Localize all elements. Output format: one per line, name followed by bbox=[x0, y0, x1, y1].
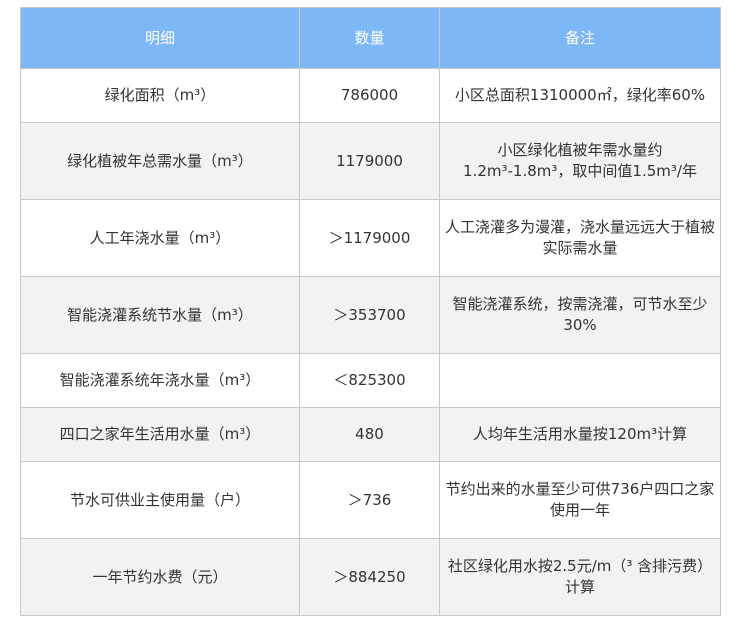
column-header-item: 明细 bbox=[20, 7, 300, 69]
cell-quantity: ＞1179000 bbox=[299, 199, 440, 277]
table-row: 一年节约水费（元） ＞884250 社区绿化用水按2.5元/m（³ 含排污费）计… bbox=[20, 538, 721, 616]
cell-item: 节水可供业主使用量（户） bbox=[20, 461, 300, 539]
cell-quantity: ＜825300 bbox=[299, 353, 440, 408]
column-header-note: 备注 bbox=[439, 7, 721, 69]
cell-note: 人均年生活用水量按120m³计算 bbox=[439, 407, 721, 462]
table-row: 四口之家年生活用水量（m³） 480 人均年生活用水量按120m³计算 bbox=[20, 407, 721, 462]
table-row: 绿化植被年总需水量（m³） 1179000 小区绿化植被年需水量约1.2m³-1… bbox=[20, 122, 721, 200]
table-header-row: 明细 数量 备注 bbox=[20, 7, 721, 69]
table-row: 智能浇灌系统年浇水量（m³） ＜825300 bbox=[20, 353, 721, 408]
cell-item: 一年节约水费（元） bbox=[20, 538, 300, 616]
table-row: 节水可供业主使用量（户） ＞736 节约出来的水量至少可供736户四口之家使用一… bbox=[20, 461, 721, 539]
cell-note bbox=[439, 353, 721, 408]
cell-quantity: 1179000 bbox=[299, 122, 440, 200]
cell-quantity: 786000 bbox=[299, 68, 440, 123]
cell-quantity: ＞353700 bbox=[299, 276, 440, 354]
cell-item: 人工年浇水量（m³） bbox=[20, 199, 300, 277]
cell-note: 小区绿化植被年需水量约1.2m³-1.8m³，取中间值1.5m³/年 bbox=[439, 122, 721, 200]
cell-quantity: ＞736 bbox=[299, 461, 440, 539]
water-savings-table: 明细 数量 备注 绿化面积（m³） 786000 小区总面积1310000㎡，绿… bbox=[20, 7, 721, 616]
table-row: 智能浇灌系统节水量（m³） ＞353700 智能浇灌系统，按需浇灌，可节水至少3… bbox=[20, 276, 721, 354]
cell-quantity: 480 bbox=[299, 407, 440, 462]
cell-note: 社区绿化用水按2.5元/m（³ 含排污费）计算 bbox=[439, 538, 721, 616]
cell-item: 绿化面积（m³） bbox=[20, 68, 300, 123]
table-row: 人工年浇水量（m³） ＞1179000 人工浇灌多为漫灌，浇水量远远大于植被实际… bbox=[20, 199, 721, 277]
cell-item: 智能浇灌系统节水量（m³） bbox=[20, 276, 300, 354]
cell-item: 绿化植被年总需水量（m³） bbox=[20, 122, 300, 200]
cell-quantity: ＞884250 bbox=[299, 538, 440, 616]
cell-item: 四口之家年生活用水量（m³） bbox=[20, 407, 300, 462]
cell-note: 节约出来的水量至少可供736户四口之家使用一年 bbox=[439, 461, 721, 539]
cell-note: 小区总面积1310000㎡，绿化率60% bbox=[439, 68, 721, 123]
cell-note: 智能浇灌系统，按需浇灌，可节水至少30% bbox=[439, 276, 721, 354]
cell-note: 人工浇灌多为漫灌，浇水量远远大于植被实际需水量 bbox=[439, 199, 721, 277]
table-row: 绿化面积（m³） 786000 小区总面积1310000㎡，绿化率60% bbox=[20, 68, 721, 123]
column-header-quantity: 数量 bbox=[299, 7, 440, 69]
cell-item: 智能浇灌系统年浇水量（m³） bbox=[20, 353, 300, 408]
